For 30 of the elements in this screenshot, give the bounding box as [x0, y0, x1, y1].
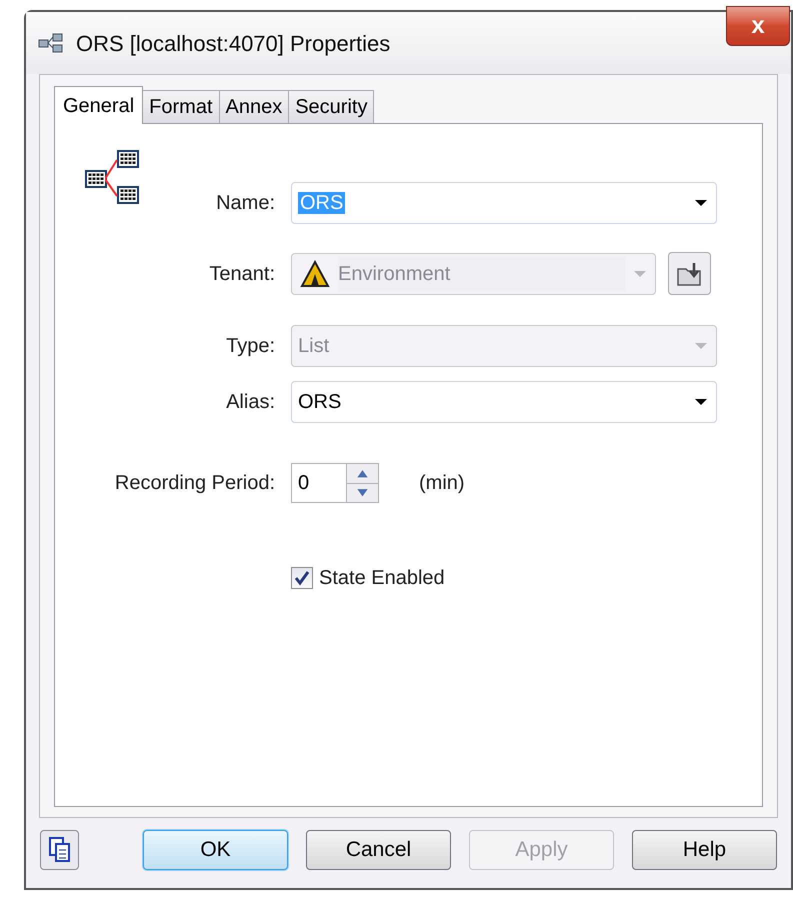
dialog-button[interactable]: Help [632, 830, 777, 870]
copy-button[interactable] [40, 830, 79, 870]
caret-icon [633, 270, 647, 278]
close-button[interactable]: x [726, 6, 790, 46]
copy-icon [48, 836, 72, 864]
spin-field[interactable]: 0 [291, 463, 379, 503]
field-label: Alias: [225, 390, 275, 415]
field-label: Type: [225, 334, 275, 359]
tab[interactable]: General [54, 86, 144, 124]
caret-icon [694, 199, 708, 207]
tab[interactable]: Format [142, 90, 220, 123]
app-icon [38, 33, 64, 53]
state-enabled-checkbox[interactable]: State Enabled [291, 563, 762, 593]
dialog-button[interactable]: Cancel [306, 830, 451, 870]
warning-icon [300, 260, 330, 288]
unit-label: (min) [419, 471, 465, 496]
combo-field[interactable]: ORS [291, 381, 717, 423]
field-label: Recording Period: [114, 471, 275, 496]
checkbox[interactable] [291, 567, 313, 589]
folder-icon [676, 260, 704, 286]
browse-folder-button[interactable] [668, 252, 711, 295]
tab[interactable]: Security [288, 90, 374, 123]
dialog-button[interactable]: OK [143, 830, 288, 870]
field-label: Tenant: [208, 262, 275, 286]
field-label: Name: [215, 191, 275, 216]
caret-icon [694, 398, 708, 406]
tab[interactable]: Annex [218, 90, 290, 123]
checkmark-icon [294, 570, 310, 586]
window-title: ORS [localhost:4070] Properties [76, 30, 390, 58]
caret-icon [694, 342, 708, 350]
